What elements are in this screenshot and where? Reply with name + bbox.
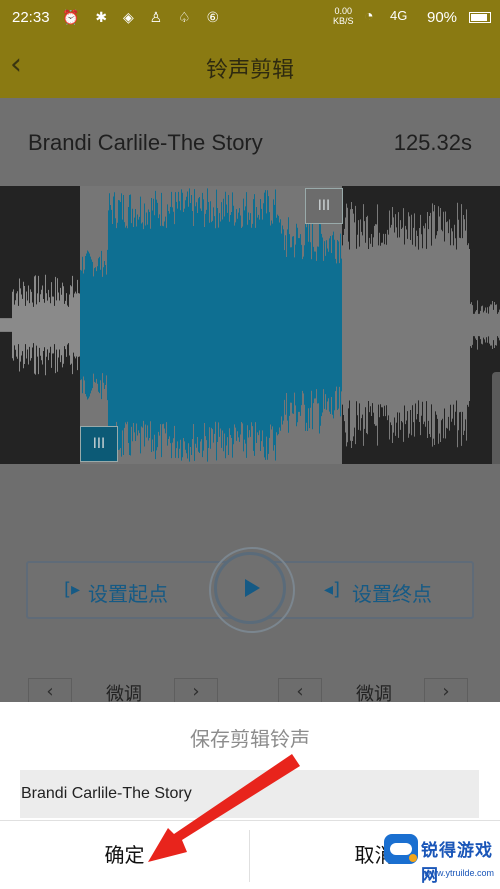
network-speed-unit: KB/S	[333, 16, 354, 26]
song-name: Brandi Carlile-The Story	[28, 130, 263, 155]
signal-label: 4G	[390, 8, 408, 23]
waveform-editor[interactable]	[0, 186, 500, 464]
chevron-right-icon: ›	[192, 681, 200, 702]
edit-controls: [▸ 设置起点 ◂] 设置终点 ‹ 微调 › ‹ 微调 ›	[0, 464, 500, 706]
chevron-left-icon: ‹	[46, 681, 54, 702]
edge-scroll-indicator[interactable]	[492, 372, 500, 468]
end-trim-handle[interactable]: III	[305, 188, 343, 224]
network-speed: 0.00 KB/S	[333, 6, 354, 26]
set-end-label: 设置终点	[352, 582, 432, 606]
waveform-graphic	[0, 186, 500, 464]
play-icon	[245, 579, 260, 597]
ringtone-name-input[interactable]	[20, 770, 479, 818]
drag-handle-icon: III	[317, 198, 331, 214]
notification-icons: ⏰ ✱ ◈ ♙ ♤ ⑥	[62, 9, 226, 25]
page-title: 铃声剪辑	[205, 58, 294, 83]
start-trim-handle[interactable]: III	[80, 426, 118, 462]
chevron-right-icon: ›	[442, 681, 450, 702]
watermark-brand: 锐得游戏网	[421, 841, 493, 886]
ringtone-name-field[interactable]	[20, 770, 479, 818]
set-end-button[interactable]: ◂] 设置终点	[266, 561, 474, 619]
dialog-title: 保存剪辑铃声	[190, 727, 310, 751]
set-start-label: 设置起点	[88, 582, 168, 606]
network-speed-value: 0.00	[334, 6, 353, 16]
drag-handle-icon: III	[92, 436, 106, 452]
set-end-icon: ◂]	[324, 579, 341, 600]
set-start-icon: [▸	[64, 579, 81, 600]
signal-icon: 4G	[390, 8, 407, 23]
site-watermark: 锐得游戏网 www.ytruilde.com	[382, 824, 500, 889]
gamepad-logo-icon	[384, 834, 418, 864]
play-button[interactable]	[209, 547, 295, 633]
battery-percent: 90%	[427, 9, 458, 26]
status-bar: 22:33 ⏰ ✱ ◈ ♙ ♤ ⑥ 0.00 KB/S ◔ 4G 90%	[0, 0, 500, 36]
song-info: Brandi Carlile-The Story 125.32s	[0, 98, 500, 186]
title-bar: ‹ 铃声剪辑	[0, 36, 500, 98]
chevron-left-icon: ‹	[296, 681, 304, 702]
watermark-url: www.ytruilde.com	[424, 868, 495, 878]
battery-icon	[469, 12, 491, 23]
status-time: 22:33	[12, 9, 50, 26]
set-start-button[interactable]: [▸ 设置起点	[26, 561, 234, 619]
wifi-icon: ◔	[364, 8, 374, 25]
song-duration: 125.32s	[393, 130, 472, 155]
confirm-button[interactable]: 确定	[0, 821, 249, 889]
